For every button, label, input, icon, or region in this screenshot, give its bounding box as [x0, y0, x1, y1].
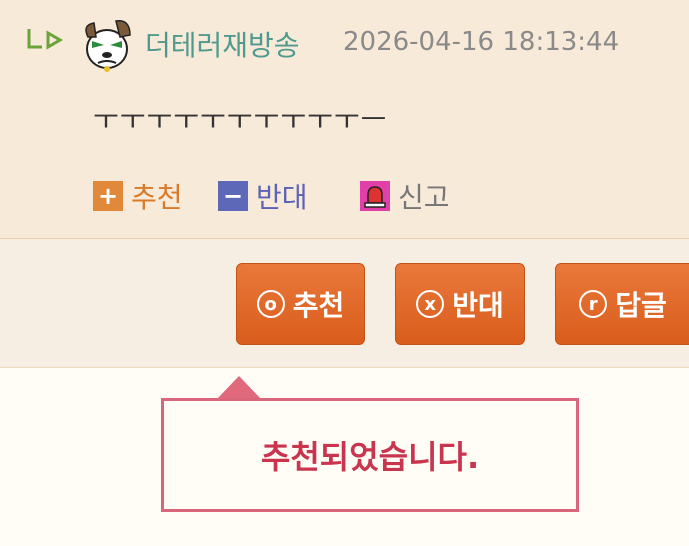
reply-icon: r: [579, 290, 608, 318]
reply-button[interactable]: r 답글: [555, 263, 689, 345]
plus-icon: +: [93, 181, 123, 211]
vote-up-label: 추천: [131, 181, 183, 214]
comment-nickname[interactable]: 더테러재방송: [145, 24, 300, 64]
toast-message: 추천되었습니다.: [260, 438, 480, 476]
report-label: 신고: [398, 181, 450, 214]
oppose-button-label: 반대: [452, 289, 504, 322]
reply-arrow-icon: [27, 29, 63, 50]
oppose-button[interactable]: x 반대: [395, 263, 525, 345]
comment-content: ㅜㅜㅜㅜㅜㅜㅜㅜㅜㅜㅡ: [93, 103, 388, 136]
tooltip-pointer: [216, 376, 262, 400]
recommend-button-label: 추천: [292, 289, 345, 322]
siren-icon: [360, 181, 390, 211]
user-avatar-icon[interactable]: [80, 17, 134, 73]
recommend-button[interactable]: o 추천: [236, 263, 365, 345]
oppose-icon: x: [416, 290, 445, 318]
minus-icon: −: [218, 181, 248, 211]
reply-button-label: 답글: [615, 289, 667, 322]
vote-down-link[interactable]: − 반대: [218, 178, 308, 214]
comment-action-bar: o 추천 x 반대 r 답글: [0, 239, 689, 368]
recommend-icon: o: [256, 290, 285, 318]
report-link[interactable]: 신고: [360, 178, 450, 214]
vote-down-label: 반대: [256, 181, 308, 214]
comment-box: 더테러재방송 2026-04-16 18:13:44 ㅜㅜㅜㅜㅜㅜㅜㅜㅜㅜㅡ +…: [0, 0, 689, 239]
recommend-toast: 추천되었습니다.: [161, 398, 579, 512]
vote-up-link[interactable]: + 추천: [93, 178, 183, 214]
comment-datetime: 2026-04-16 18:13:44: [343, 27, 620, 57]
